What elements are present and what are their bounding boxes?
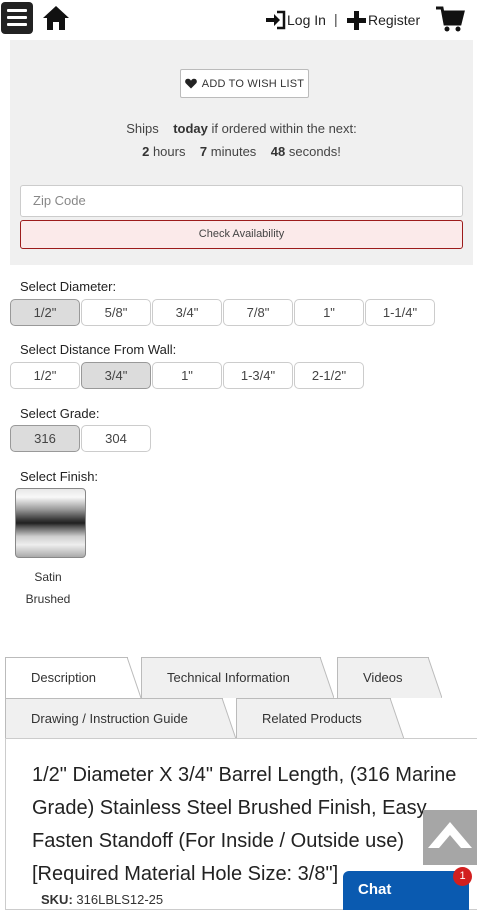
tab-technical-information[interactable]: Technical Information (141, 657, 334, 698)
tab-related-products[interactable]: Related Products (236, 698, 404, 739)
tab-videos[interactable]: Videos (337, 657, 442, 698)
minutes-value: 7 (199, 144, 208, 159)
heart-icon (184, 78, 197, 89)
tab-drawing-instruction-guide[interactable]: Drawing / Instruction Guide (5, 698, 236, 739)
header-separator: | (334, 11, 338, 27)
cart-icon[interactable] (435, 4, 465, 34)
minutes-label: minutes (210, 144, 257, 159)
scroll-to-top-button[interactable] (423, 810, 477, 865)
register-label: Register (368, 12, 421, 28)
ships-day: today (173, 121, 208, 136)
diameter-option[interactable]: 1/2" (10, 299, 80, 326)
hours-label: hours (152, 144, 186, 159)
home-icon[interactable] (42, 5, 70, 31)
tab-label: Related Products (262, 711, 362, 726)
diameter-label: Select Diameter: (20, 279, 117, 294)
chat-notification-badge: 1 (453, 867, 472, 886)
sku-value: 316LBLS12-25 (76, 892, 164, 907)
tab-edge (320, 657, 334, 698)
tab-label: Videos (363, 670, 403, 685)
grade-option[interactable]: 304 (81, 425, 151, 452)
arrow-up-icon (428, 822, 472, 848)
tab-edge (428, 657, 442, 698)
distance-option[interactable]: 1" (152, 362, 222, 389)
add-to-wish-list-button[interactable]: ADD TO WISH LIST (180, 69, 309, 98)
diameter-options: 1/2" 5/8" 3/4" 7/8" 1" 1-1/4" (10, 299, 436, 326)
diameter-option[interactable]: 1" (294, 299, 364, 326)
ships-prefix: Ships (126, 121, 159, 136)
grade-options: 316 304 (10, 425, 152, 452)
diameter-option[interactable]: 3/4" (152, 299, 222, 326)
diameter-option[interactable]: 7/8" (223, 299, 293, 326)
seconds-value: 48 (270, 144, 286, 159)
tab-label: Drawing / Instruction Guide (31, 711, 188, 726)
tab-description[interactable]: Description (5, 657, 141, 698)
check-availability-button[interactable]: Check Availability (20, 220, 463, 249)
login-label: Log In (287, 12, 326, 28)
finish-name-line2: Brushed (25, 592, 71, 606)
finish-swatch-satin-brushed[interactable] (15, 488, 86, 558)
distance-label: Select Distance From Wall: (20, 342, 177, 357)
login-icon (266, 10, 286, 30)
zip-code-input[interactable]: Zip Code (20, 185, 463, 217)
sku-line: SKU: 316LBLS12-25 (41, 892, 163, 907)
tab-edge (222, 698, 236, 739)
distance-options: 1/2" 3/4" 1" 1-3/4" 2-1/2" (10, 362, 365, 389)
menu-icon[interactable] (1, 2, 33, 34)
availability-panel: ADD TO WISH LIST Ships today if ordered … (10, 40, 473, 265)
distance-option[interactable]: 1/2" (10, 362, 80, 389)
seconds-label: seconds! (288, 144, 341, 159)
finish-name-line1: Satin (34, 570, 62, 584)
chat-button[interactable]: Chat (343, 871, 469, 910)
diameter-option[interactable]: 5/8" (81, 299, 151, 326)
diameter-option[interactable]: 1-1/4" (365, 299, 435, 326)
countdown-line: 2 hours 7 minutes 48 seconds! (10, 144, 473, 159)
tab-label: Technical Information (167, 670, 290, 685)
top-bar: Log In | Register (0, 0, 477, 40)
tab-edge (127, 657, 141, 698)
ships-suffix: if ordered within the next: (211, 121, 357, 136)
login-link[interactable]: Log In (265, 8, 326, 32)
tab-edge (390, 698, 404, 739)
distance-option[interactable]: 3/4" (81, 362, 151, 389)
grade-label: Select Grade: (20, 406, 100, 421)
wish-label: ADD TO WISH LIST (201, 77, 305, 90)
finish-label: Select Finish: (20, 469, 99, 484)
plus-icon (347, 11, 366, 30)
sku-label: SKU: (41, 892, 73, 907)
register-link[interactable]: Register (346, 8, 420, 32)
tab-label: Description (31, 670, 97, 685)
hours-value: 2 (142, 144, 150, 159)
distance-option[interactable]: 1-3/4" (223, 362, 293, 389)
grade-option[interactable]: 316 (10, 425, 80, 452)
distance-option[interactable]: 2-1/2" (294, 362, 364, 389)
ships-line: Ships today if ordered within the next: (10, 121, 473, 136)
